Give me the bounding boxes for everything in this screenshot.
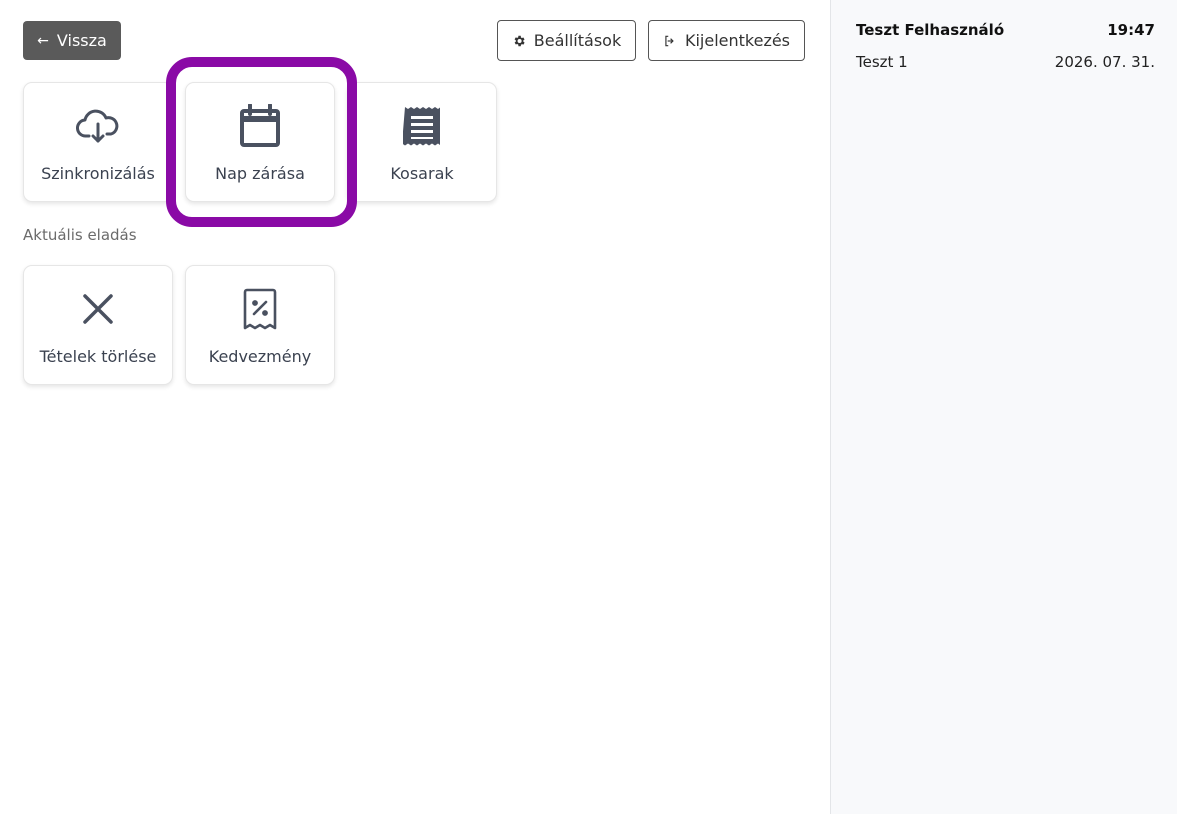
tile-delete-items[interactable]: Tételek törlése [23, 265, 173, 385]
calendar-icon [237, 103, 283, 149]
clock-time: 19:47 [1107, 21, 1155, 39]
terminal-name: Teszt 1 [856, 53, 908, 71]
discount-receipt-icon [237, 286, 283, 332]
settings-button[interactable]: Beállítások [497, 20, 636, 61]
tile-baskets[interactable]: Kosarak [347, 82, 497, 202]
tile-delete-items-label: Tételek törlése [39, 347, 157, 366]
tile-discount[interactable]: Kedvezmény [185, 265, 335, 385]
logout-button-label: Kijelentkezés [684, 31, 791, 50]
sidebar: Teszt Felhasználó 19:47 Teszt 1 2026. 07… [830, 0, 1177, 814]
user-name: Teszt Felhasználó [856, 21, 1005, 39]
tile-baskets-label: Kosarak [390, 164, 454, 183]
arrow-left-icon: ← [37, 32, 49, 49]
current-date: 2026. 07. 31. [1054, 53, 1155, 71]
tile-close-day-label: Nap zárása [215, 164, 305, 183]
back-button-label: Vissza [56, 31, 107, 50]
settings-button-label: Beállítások [533, 31, 622, 50]
back-button[interactable]: ← Vissza [23, 21, 121, 60]
main-panel: ← Vissza Beállítások Kijelentkezés Szink… [0, 0, 830, 814]
logout-icon [663, 34, 677, 48]
gear-icon [512, 34, 526, 48]
tile-sync-label: Szinkronizálás [41, 164, 155, 183]
logout-button[interactable]: Kijelentkezés [648, 20, 805, 61]
receipt-list-icon [399, 103, 445, 149]
cloud-download-icon [75, 103, 121, 149]
tile-sync[interactable]: Szinkronizálás [23, 82, 173, 202]
tile-discount-label: Kedvezmény [208, 347, 312, 366]
close-icon [75, 286, 121, 332]
tile-close-day[interactable]: Nap zárása [185, 82, 335, 202]
section-label-current-sale: Aktuális eladás [23, 226, 137, 244]
